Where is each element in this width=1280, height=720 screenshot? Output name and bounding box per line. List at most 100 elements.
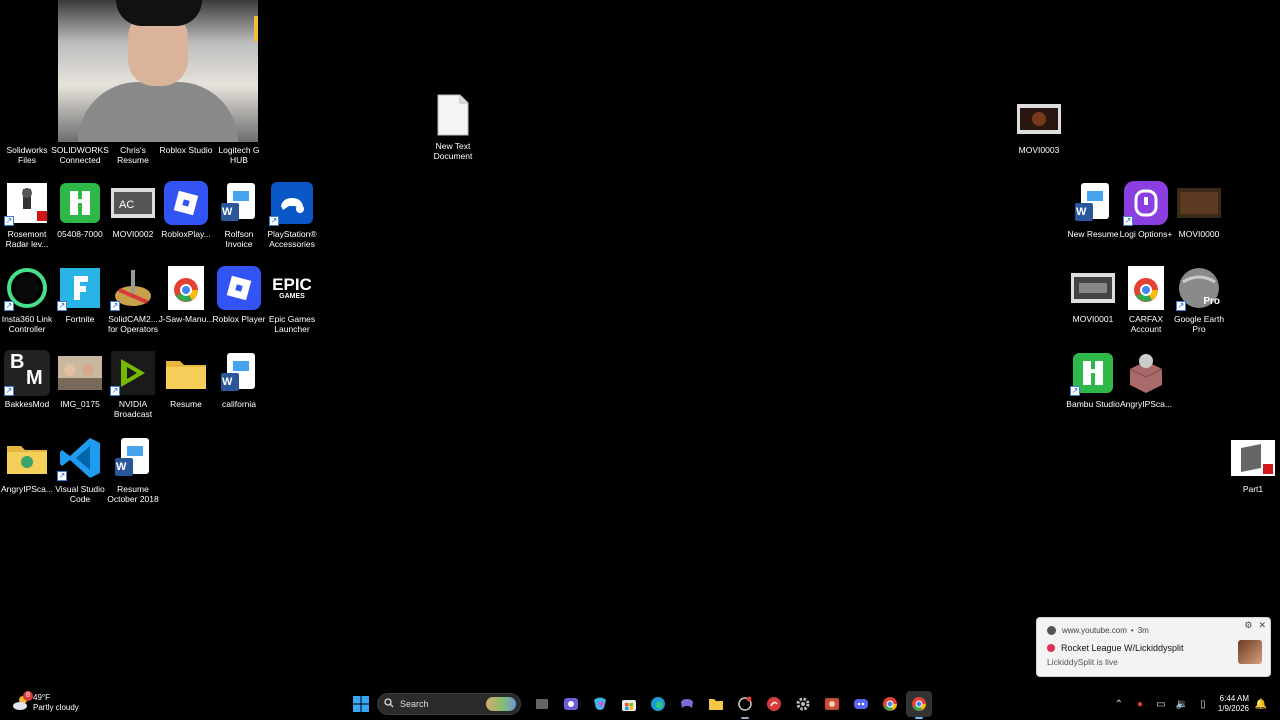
desktop-icon-visual-studio-code[interactable]: ↗ Visual Studio Code bbox=[53, 435, 107, 504]
desktop-icon-robloxplay[interactable]: RobloxPlay... bbox=[159, 180, 213, 239]
notification-body: LickiddySplit is live bbox=[1047, 657, 1118, 667]
desktop-icon-angryipscan-right[interactable]: AngryIPSca... bbox=[1119, 350, 1173, 409]
desktop-icon-bambu-studio[interactable]: ↗ Bambu Studio bbox=[1066, 350, 1120, 409]
notification-header: www.youtube.com • 3m bbox=[1047, 626, 1149, 635]
game-bar-icon[interactable] bbox=[674, 691, 700, 717]
weather-badge: 8 bbox=[23, 691, 33, 701]
photo-app-icon[interactable] bbox=[819, 691, 845, 717]
search-placeholder: Search bbox=[400, 699, 429, 709]
copilot-icon[interactable] bbox=[587, 691, 613, 717]
weather-cloud-icon: 8 bbox=[12, 691, 33, 712]
chrome-icon bbox=[163, 265, 209, 311]
nvidia-broadcast-icon: ↗ bbox=[110, 350, 156, 396]
channel-avatar bbox=[1238, 640, 1262, 664]
notification-settings-icon[interactable]: ⚙ bbox=[1244, 620, 1252, 631]
epic-games-icon: EPIC GAMES bbox=[272, 274, 312, 300]
chrome-icon bbox=[1123, 265, 1169, 311]
svg-text:AC: AC bbox=[119, 199, 134, 211]
chrome-small-icon bbox=[1047, 626, 1056, 635]
desktop-icon-movi0000[interactable]: MOVI0000 bbox=[1172, 180, 1226, 239]
desktop-icon-roblox-player[interactable]: Roblox Player bbox=[212, 265, 266, 324]
network-icon[interactable]: ▭ bbox=[1152, 695, 1170, 713]
desktop-icon-logitech-g-hub[interactable]: Logitech G HUB bbox=[212, 96, 266, 165]
snipping-tool-icon[interactable] bbox=[732, 691, 758, 719]
desktop[interactable]: Solidworks Files SOLIDWORKS Connected Ch… bbox=[0, 0, 1280, 688]
desktop-icon-movi0001[interactable]: MOVI0001 bbox=[1066, 265, 1120, 324]
folder-icon bbox=[4, 435, 50, 481]
photo-thumbnail-icon bbox=[57, 350, 103, 396]
chrome-canary-icon[interactable] bbox=[906, 691, 932, 719]
document-icon bbox=[110, 96, 156, 142]
roblox-studio-icon bbox=[163, 96, 209, 142]
insta360-icon: ↗ bbox=[4, 265, 50, 311]
weather-widget[interactable]: 8 49°F Partly cloudy bbox=[12, 691, 79, 713]
word-document-icon: W bbox=[110, 435, 156, 481]
microphone-icon[interactable]: ● bbox=[1131, 695, 1149, 713]
discord-icon[interactable] bbox=[848, 691, 874, 717]
desktop-icon-bakkesmod[interactable]: B M ↗ BakkesMod bbox=[0, 350, 54, 409]
desktop-icon-solidworks-files[interactable]: Solidworks Files bbox=[0, 96, 54, 165]
desktop-icon-j-saw-manual[interactable]: J-Saw-Manu... bbox=[159, 265, 213, 324]
desktop-icon-img-0175[interactable]: IMG_0175 bbox=[53, 350, 107, 409]
chrome-taskbar-icon[interactable] bbox=[877, 691, 903, 717]
taskbar-search-box[interactable]: Search bbox=[377, 693, 521, 715]
live-dot-icon bbox=[1047, 644, 1055, 652]
microsoft-store-icon[interactable] bbox=[616, 691, 642, 717]
desktop-icon-roblox-studio[interactable]: Roblox Studio bbox=[159, 96, 213, 155]
desktop-icon-california[interactable]: W california bbox=[212, 350, 266, 409]
system-tray: ⌃ ● ▭ 🔉 ▯ 6:44 AM 1/9/2026 🔔 bbox=[1107, 692, 1270, 716]
notification-age: 3m bbox=[1137, 626, 1149, 635]
teams-icon[interactable] bbox=[558, 691, 584, 717]
desktop-icon-fortnite[interactable]: ↗ Fortnite bbox=[53, 265, 107, 324]
search-icon bbox=[384, 698, 394, 710]
task-view-icon[interactable] bbox=[529, 691, 555, 717]
fortnite-icon: ↗ bbox=[57, 265, 103, 311]
roblox-icon bbox=[216, 265, 262, 311]
desktop-icon-new-text-document[interactable]: New Text Document bbox=[426, 92, 480, 161]
file-explorer-icon[interactable] bbox=[703, 691, 729, 717]
desktop-icon-05408-7000[interactable]: 05408-7000 bbox=[53, 180, 107, 239]
solidworks-part-icon bbox=[1230, 435, 1276, 481]
desktop-icon-resume-folder[interactable]: Resume bbox=[159, 350, 213, 409]
app-red-icon[interactable] bbox=[761, 691, 787, 717]
bambu-studio-icon bbox=[57, 180, 103, 226]
text-file-icon bbox=[430, 92, 476, 138]
volume-icon[interactable]: 🔉 bbox=[1173, 695, 1191, 713]
notification-bell-icon[interactable]: 🔔 bbox=[1252, 695, 1270, 713]
video-thumbnail-icon: AC bbox=[110, 180, 156, 226]
video-thumbnail-icon bbox=[1176, 180, 1222, 226]
folder-icon bbox=[4, 96, 50, 142]
desktop-icon-rosemont-radar[interactable]: ↗ Rosemont Radar lev... bbox=[0, 180, 54, 249]
desktop-icon-carfax-account[interactable]: CARFAX Account bbox=[1119, 265, 1173, 334]
taskbar-clock[interactable]: 6:44 AM 1/9/2026 bbox=[1218, 694, 1249, 714]
desktop-icon-rolfson-invoice[interactable]: W Rolfson Invoice bbox=[212, 180, 266, 249]
chevron-up-icon[interactable]: ⌃ bbox=[1110, 695, 1128, 713]
desktop-icon-chris-resume[interactable]: Chris's Resume bbox=[106, 96, 160, 165]
desktop-icon-resume-october-2018[interactable]: W Resume October 2018 bbox=[106, 435, 160, 504]
desktop-icon-playstation-accessories[interactable]: ↗ PlayStation® Accessories bbox=[265, 180, 319, 249]
solidworks-icon bbox=[57, 96, 103, 142]
desktop-icon-insta360[interactable]: ↗ Insta360 Link Controller bbox=[0, 265, 54, 334]
desktop-icon-solidcam[interactable]: ↗ SolidCAM2... for Operators bbox=[106, 265, 160, 334]
desktop-icon-movi0002[interactable]: AC MOVI0002 bbox=[106, 180, 160, 239]
start-button[interactable] bbox=[348, 691, 374, 717]
notification-close-icon[interactable]: ✕ bbox=[1258, 620, 1266, 631]
desktop-icon-nvidia-broadcast[interactable]: ↗ NVIDIA Broadcast bbox=[106, 350, 160, 419]
desktop-icon-logi-options[interactable]: ↗ Logi Options+ bbox=[1119, 180, 1173, 239]
logi-options-icon: ↗ bbox=[1123, 180, 1169, 226]
desktop-icon-movi0003[interactable]: MOVI0003 bbox=[1012, 96, 1066, 155]
desktop-icon-part1[interactable]: Part1 bbox=[1226, 435, 1280, 494]
google-earth-icon: Pro ↗ bbox=[1176, 265, 1222, 311]
desktop-icon-angryipscan-left[interactable]: AngryIPSca... bbox=[0, 435, 54, 494]
edge-icon[interactable] bbox=[645, 691, 671, 717]
desktop-icon-new-resume[interactable]: W New Resume bbox=[1066, 180, 1120, 239]
desktop-icon-epic-games[interactable]: EPIC GAMES Epic Games Launcher bbox=[265, 265, 319, 335]
youtube-live-notification[interactable]: www.youtube.com • 3m ⚙ ✕ Rocket League W… bbox=[1036, 617, 1271, 677]
desktop-icon-solidworks-connected[interactable]: SOLIDWORKS Connected bbox=[51, 96, 109, 165]
bambu-studio-icon: ↗ bbox=[1070, 350, 1116, 396]
solidcam-icon: ↗ bbox=[110, 265, 156, 311]
battery-icon[interactable]: ▯ bbox=[1194, 695, 1212, 713]
desktop-icon-google-earth-pro[interactable]: Pro ↗ Google Earth Pro bbox=[1172, 265, 1226, 334]
settings-gear-icon[interactable] bbox=[790, 691, 816, 717]
logitech-icon bbox=[216, 96, 262, 142]
